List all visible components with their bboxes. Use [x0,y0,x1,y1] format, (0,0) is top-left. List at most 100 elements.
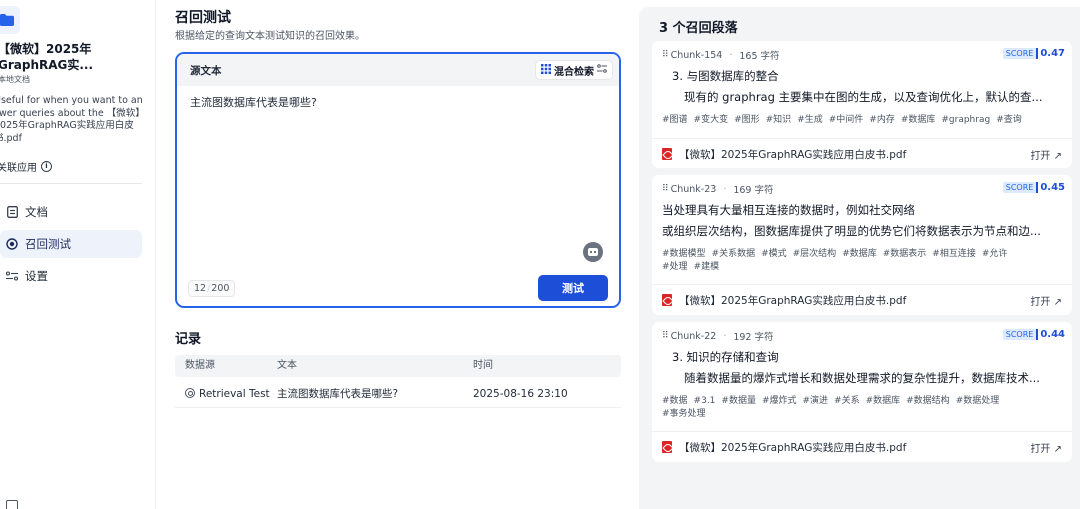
chunk-meta: ⠿ Chunk-23 · 169 字符 [662,183,774,197]
records-table-header: 数据源 文本 时间 [175,355,621,377]
chunk-card[interactable]: ⠿ Chunk-154 · 165 字符 SCORE 0.47 3. 与图数据库… [652,41,1072,168]
chunk-heading: 3. 知识的存储和查询 [672,350,779,364]
record-text: 主流图数据库代表是哪些? [277,388,399,400]
retrieval-mode-button[interactable]: 混合检索 [535,60,613,80]
info-icon[interactable]: i [41,161,52,172]
score-badge: SCORE 0.44 [1002,329,1065,340]
tag: #数据结构 [906,396,950,406]
char-limit: 200 [211,283,230,294]
record-time: 2025-08-16 23:10 [473,388,568,400]
chunk-document: 【微软】2025年GraphRAG实践应用白皮书.pdf 打开 ↗ [652,138,1072,168]
knowledge-base-title: 【微软】2025年GraphRAG实... [0,42,94,72]
tag: #数据量 [721,396,756,406]
tag: #数据库 [865,396,901,406]
chunk-meta: ⠿ Chunk-22 · 192 字符 [662,330,774,344]
pdf-icon [662,148,672,160]
chunk-tags: #图谱 #变大变 #图形 #知识 #生成 #中间件 #内存 #数据库 #graphrag #查询 [662,114,1062,127]
nav-item-retrieval-test[interactable]: 召回测试 [0,230,142,258]
character-counter: 12/200 [188,280,236,297]
query-textarea[interactable]: 主流图数据库代表是哪些? [190,94,317,110]
open-link[interactable]: 打开 ↗ [1030,147,1062,162]
chunk-chars: 192 字符 [733,332,774,343]
chunk-chars: 169 字符 [733,185,774,196]
column-header-time: 时间 [473,360,493,371]
results-title: 3 个召回段落 [659,21,738,36]
chunk-tags: #数据 #3.1 #数据量 #爆炸式 #演进 #关系 #数据库 #数据结构 #数据处理 #事务处理 [662,395,1062,421]
tag: #图谱 [662,115,688,125]
sidebar: 【微软】2025年GraphRAG实... 本地文档 Useful for wh… [0,0,156,509]
page-subtitle: 根据给定的查询文本测试知识的召回效果。 [175,31,365,42]
score-value: 0.45 [1040,182,1065,193]
knowledge-base-description: Useful for when you want to answer queri… [0,95,145,144]
retrieval-test-icon [185,388,195,398]
document-icon [6,206,18,218]
chunk-id: Chunk-154 [670,49,723,61]
score-label: SCORE [1002,48,1039,59]
chunk-icon: ⠿ [662,50,669,60]
tag: #爆炸式 [761,396,797,406]
chunk-tags: #数据模型 #关系数据 #模式 #层次结构 #数据库 #数据表示 #相互连接 #允许 #处理 #建… [662,248,1062,274]
nav-item-label: 召回测试 [25,237,71,251]
pdf-icon [662,294,672,306]
tag: #内存 [869,115,895,125]
tag: #数据 [662,396,688,406]
query-header: 源文本 混合检索 [177,54,619,86]
tag: #模式 [761,249,787,259]
chunk-content: 或组织层次结构，图数据库提供了明显的优势它们将数据表示为节点和边... [662,224,1041,238]
target-icon [6,238,18,250]
tag: #数据表示 [882,249,927,259]
folder-icon [0,6,20,34]
query-box: 源文本 混合检索 主流图数据库代表是哪些? 12/200 测试 [175,52,621,308]
tag: #知识 [765,115,792,125]
robot-icon[interactable] [583,242,603,262]
linked-apps-label: 关联应用 [0,163,37,174]
chunk-icon: ⠿ [662,331,669,341]
tag: #关系 [834,396,860,406]
nav-item-label: 设置 [25,269,48,283]
tag: #图形 [734,115,760,125]
nav-item-label: 文档 [25,205,48,219]
document-name: 【微软】2025年GraphRAG实践应用白皮书.pdf [679,149,907,161]
column-header-source: 数据源 [185,360,215,371]
document-name: 【微软】2025年GraphRAG实践应用白皮书.pdf [679,442,907,454]
tag: #数据模型 [662,249,706,259]
tag: #演进 [802,396,829,406]
table-row[interactable]: Retrieval Test 主流图数据库代表是哪些? 2025-08-16 2… [175,382,621,408]
tag: #3.1 [693,396,716,406]
tag: #层次结构 [792,249,837,259]
chunk-content: 现有的 graphrag 主要集中在图的生成，以及查询优化上，默认的查... [684,90,1043,104]
hybrid-search-icon [541,63,551,77]
document-name: 【微软】2025年GraphRAG实践应用白皮书.pdf [679,295,907,307]
linked-apps[interactable]: 关联应用 i [0,159,52,174]
chunk-card[interactable]: ⠿ Chunk-22 · 192 字符 SCORE 0.44 3. 知识的存储和… [652,322,1072,462]
open-link[interactable]: 打开 ↗ [1030,440,1062,455]
knowledge-base-type: 本地文档 [0,75,30,84]
nav-item-documents[interactable]: 文档 [0,198,142,226]
open-link[interactable]: 打开 ↗ [1030,293,1062,308]
sliders-icon [597,64,607,76]
settings-sliders-icon [6,270,18,282]
score-badge: SCORE 0.47 [1002,48,1065,59]
nav-item-settings[interactable]: 设置 [0,262,142,290]
tag: #允许 [981,249,1008,259]
chunk-heading: 当处理具有大量相互连接的数据时，例如社交网络 [662,203,915,217]
chunk-id: Chunk-23 [670,183,717,195]
test-button[interactable]: 测试 [538,275,608,301]
chunk-card[interactable]: ⠿ Chunk-23 · 169 字符 SCORE 0.45 当处理具有大量相互… [652,175,1072,315]
chunk-content: 随着数据量的爆炸式增长和数据处理需求的复杂性提升，数据库技术... [684,371,1040,385]
page-title: 召回测试 [175,10,231,26]
collapse-sidebar-icon[interactable] [6,500,18,509]
tag: #中间件 [828,115,864,125]
tag: #变大变 [693,115,729,125]
chunk-document: 【微软】2025年GraphRAG实践应用白皮书.pdf 打开 ↗ [652,431,1072,461]
chunk-chars: 165 字符 [739,51,780,62]
record-source: Retrieval Test [185,382,270,406]
column-header-text: 文本 [277,360,297,371]
tag: #相互连接 [932,249,976,259]
retrieval-mode-label: 混合检索 [554,66,594,78]
tag: #生成 [797,115,823,125]
chunk-document: 【微软】2025年GraphRAG实践应用白皮书.pdf 打开 ↗ [652,284,1072,314]
results-panel: 3 个召回段落 ⠿ Chunk-154 · 165 字符 SCORE 0.47 … [639,7,1080,509]
tag: #事务处理 [662,409,706,419]
tag: #数据处理 [955,396,1000,406]
